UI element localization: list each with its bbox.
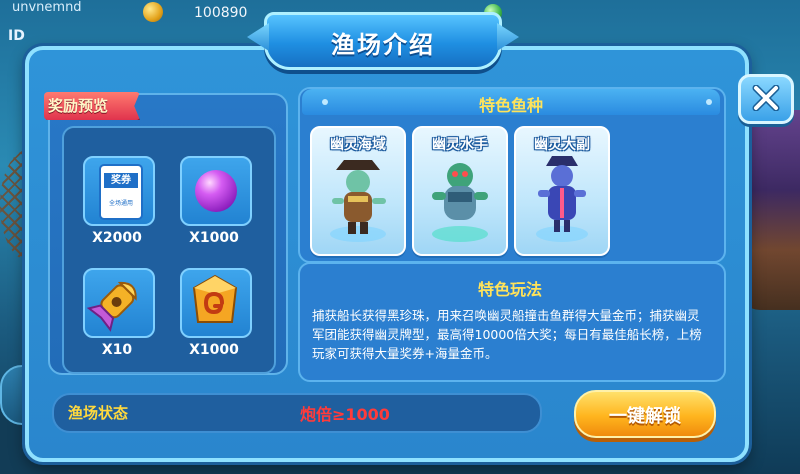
ghost-first-mate-icon (536, 156, 588, 242)
one-click-unlock-button[interactable]: 一键解锁 (574, 390, 716, 438)
dialog-title: 渔场介绍 (331, 31, 435, 59)
player-id-label: ID (8, 28, 25, 44)
ghost-ship-decoration (740, 110, 800, 310)
reward-item-pearl[interactable] (180, 156, 252, 226)
fish-card-title: 幽灵大副 (534, 137, 590, 153)
voucher-card-icon: 奖券 全场通用 (99, 164, 143, 220)
coin-amount: 100890 (194, 5, 248, 21)
close-icon (752, 85, 780, 111)
status-requirement: 炮倍≥1000 (300, 405, 390, 424)
header-dot-left (322, 99, 328, 105)
fish-card-ghost-sailor[interactable]: 幽灵水手 (412, 126, 508, 256)
featured-gameplay-title: 特色玩法 (477, 280, 542, 299)
reward-item-torpedo[interactable] (83, 268, 155, 338)
player-name: unvnemnd (12, 0, 82, 15)
featured-gameplay-description: 捕获船长获得黑珍珠，用来召唤幽灵船撞击鱼群得大量金币；捕获幽灵军团能获得幽灵牌型… (312, 308, 702, 361)
ghost-pirate-captain-icon (330, 160, 386, 242)
fish-card-ghost-first-mate[interactable]: 幽灵大副 (514, 126, 610, 256)
reward-item-voucher[interactable]: 奖券 全场通用 (83, 156, 155, 226)
fish-card-title: 幽灵水手 (432, 137, 488, 153)
reward-amount: X10 (101, 342, 133, 358)
coin-icon (143, 2, 163, 22)
close-button[interactable] (738, 74, 794, 124)
purple-pearl-icon (195, 170, 237, 212)
ghost-sailor-icon (432, 163, 488, 242)
featured-fish-title: 特色鱼种 (478, 96, 543, 115)
fish-card-title: 幽灵海域 (330, 137, 386, 153)
header-dot-right (706, 99, 712, 105)
gold-lock-block-icon (192, 274, 238, 323)
voucher-text: 奖券 (104, 173, 138, 188)
status-label: 渔场状态 (68, 404, 129, 422)
featured-fish-header: 特色鱼种 (302, 89, 720, 115)
dialog-title-banner: 渔场介绍 (264, 12, 502, 70)
reward-amount: X2000 (92, 230, 142, 246)
reward-amount: X1000 (189, 230, 239, 246)
voucher-subtext: 全场通用 (108, 200, 133, 207)
unlock-button-label: 一键解锁 (609, 406, 681, 427)
golden-torpedo-icon (86, 281, 137, 332)
reward-amount: X1000 (189, 342, 239, 358)
fish-card-ghost-captain[interactable]: 幽灵海域 (310, 126, 406, 256)
reward-item-gold-block[interactable] (180, 268, 252, 338)
reward-preview-title: 奖励预览 (48, 97, 109, 115)
